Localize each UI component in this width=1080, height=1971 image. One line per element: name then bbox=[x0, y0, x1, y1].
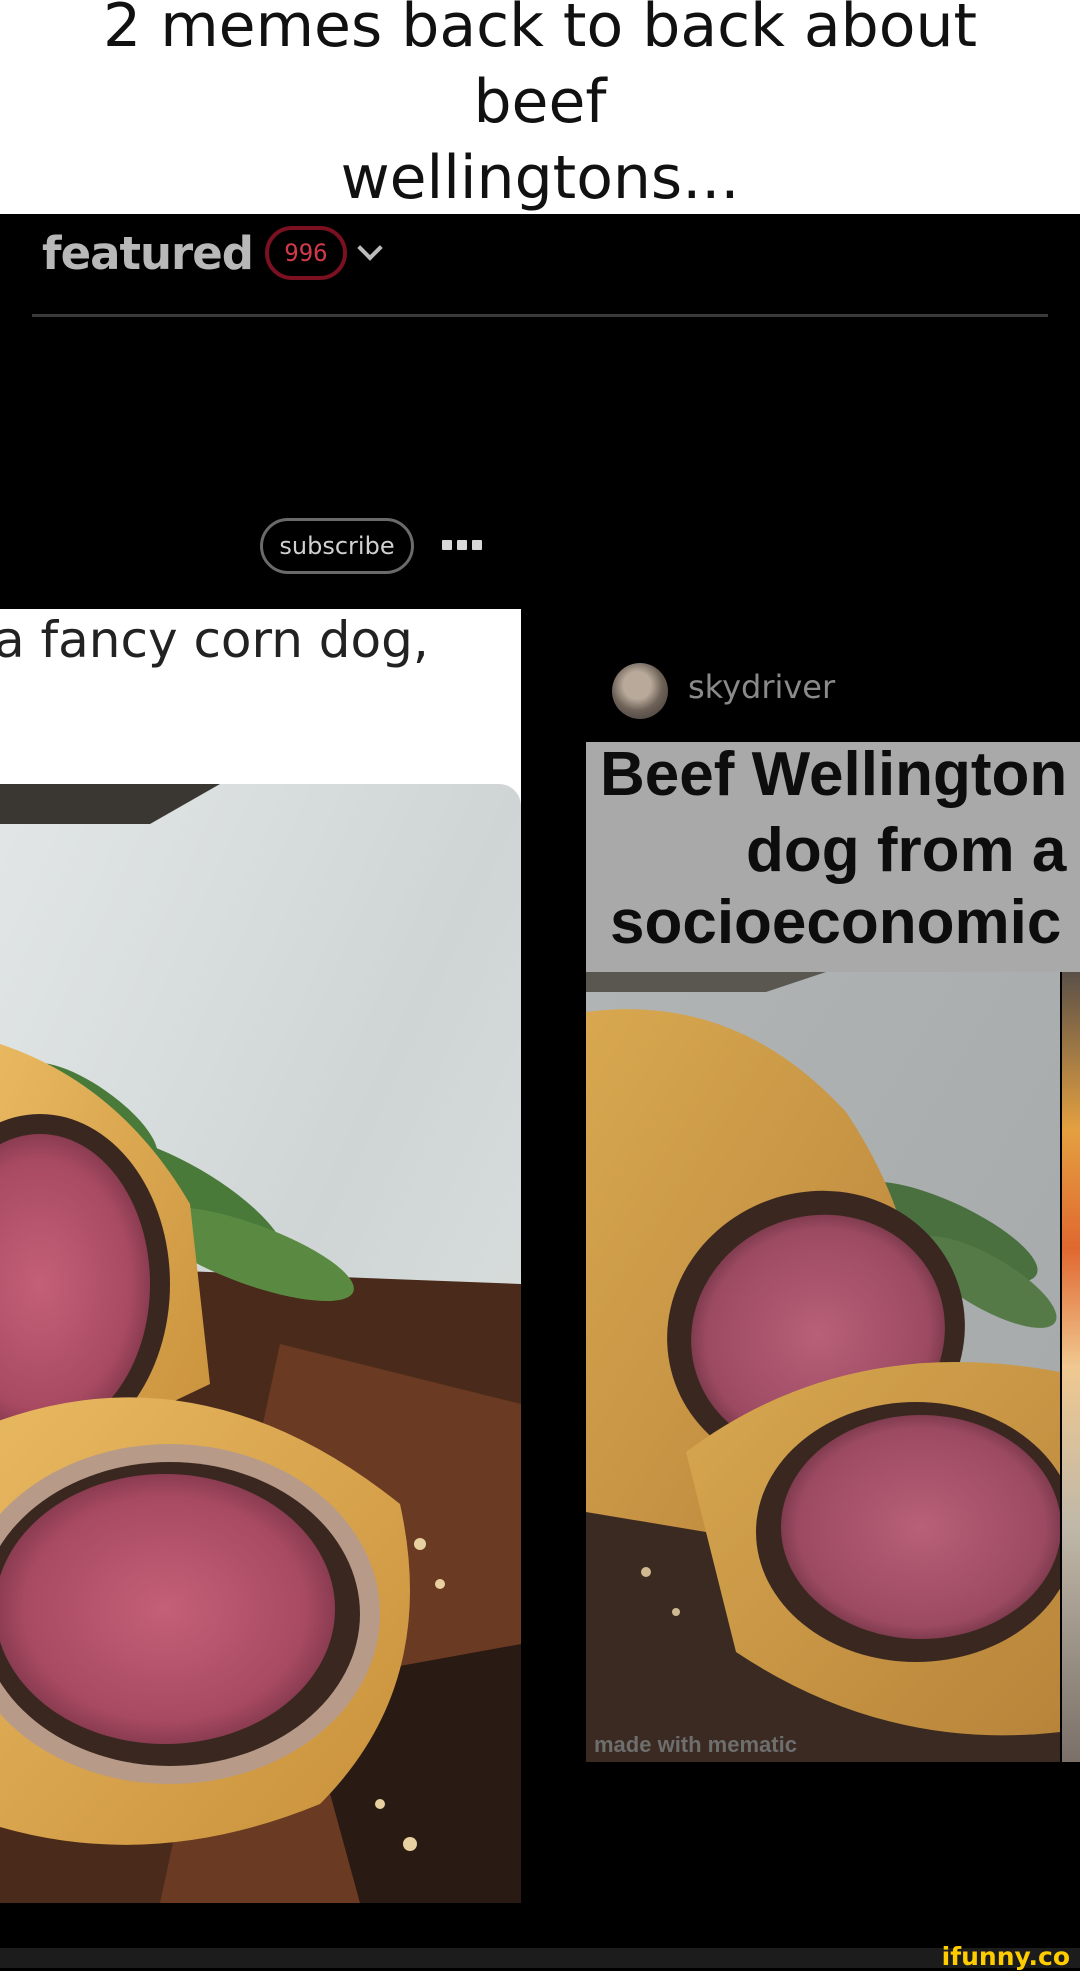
meme-line-3: socioeconomic bbox=[610, 888, 1062, 957]
chevron-down-icon[interactable] bbox=[357, 235, 383, 261]
ifunny-logo: ifunny.co bbox=[941, 1942, 1070, 1971]
bottom-bar bbox=[0, 1948, 1080, 1968]
featured-header[interactable]: featured 996 bbox=[42, 226, 383, 280]
count-badge: 996 bbox=[264, 226, 347, 280]
post-caption: 2 memes back to back about beef wellingt… bbox=[0, 0, 1080, 214]
username[interactable]: skydriver bbox=[688, 668, 835, 706]
user-avatar[interactable] bbox=[612, 663, 668, 719]
divider bbox=[32, 314, 1048, 317]
subscribe-button[interactable]: subscribe bbox=[260, 518, 414, 574]
meme-line-2: dog from a bbox=[746, 816, 1067, 885]
more-dots-icon[interactable] bbox=[442, 540, 482, 550]
mematic-watermark: made with mematic bbox=[594, 1732, 797, 1757]
meme-text-panel: Beef Wellington dog from a socioeconomic bbox=[586, 742, 1080, 972]
right-meme: Beef Wellington dog from a socioeconomic bbox=[586, 742, 1080, 1762]
beef-wellington-photo bbox=[0, 784, 521, 1903]
left-meme: a fancy corn dog, bbox=[0, 609, 521, 1903]
left-meme-text: a fancy corn dog, bbox=[0, 611, 429, 669]
caption-line-1: 2 memes back to back about beef bbox=[102, 0, 978, 137]
next-image-strip bbox=[1062, 972, 1080, 1762]
meme-line-1: Beef Wellington bbox=[600, 742, 1068, 809]
featured-label: featured bbox=[42, 226, 254, 280]
screenshot-feed: featured 996 subscribe a fancy corn dog, bbox=[0, 214, 1080, 1948]
beef-wellington-photo-2: made with mematic bbox=[586, 972, 1060, 1762]
caption-line-2: wellingtons... bbox=[340, 143, 740, 213]
